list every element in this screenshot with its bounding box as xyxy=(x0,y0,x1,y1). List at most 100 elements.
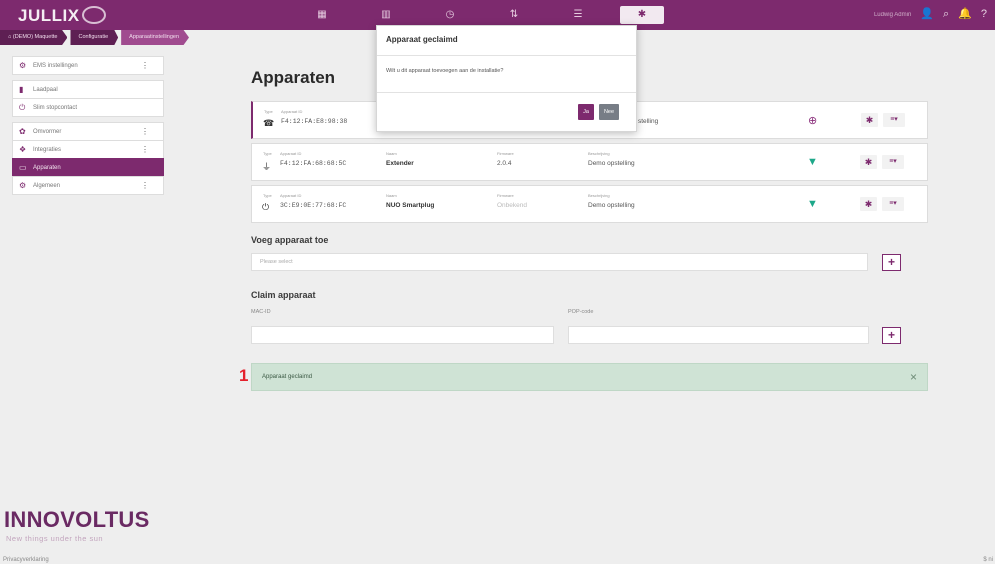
flows-nav-icon[interactable]: ⇅ xyxy=(492,6,536,24)
history-nav-icon[interactable]: ◷ xyxy=(428,6,472,24)
device-card[interactable]: Type ⏻ Apparaat ID 3C:E9:0E:77:68:FC Naa… xyxy=(251,185,928,223)
dialog-message: Wilt u dit apparaat toevoegen aan de ins… xyxy=(386,68,504,74)
wifi-icon: ▼ xyxy=(807,156,818,168)
chart-nav-icon[interactable]: ▥ xyxy=(364,6,408,24)
breadcrumb: ⌂ (DEMO) Maquette Configuratie Apparaati… xyxy=(0,30,192,45)
brand-logo: INNOVOLTUS xyxy=(4,507,150,532)
claim-device-button[interactable]: + xyxy=(882,327,901,344)
sidebar-item-apparaten[interactable]: ▭ Apparaten xyxy=(12,158,164,177)
device-menu-button[interactable]: ≡▾ xyxy=(883,113,905,127)
type-label: Type xyxy=(263,193,272,198)
device-settings-button[interactable]: ✱ xyxy=(860,197,877,211)
cog-icon: ⚙ xyxy=(19,181,27,190)
dialog-title: Apparaat geclaimd xyxy=(386,35,458,44)
brand-tagline: New things under the sun xyxy=(6,534,104,543)
breadcrumb-item-apparaatinstellingen[interactable]: Apparaatinstellingen xyxy=(121,30,189,45)
device-firmware: Onbekend xyxy=(497,202,527,209)
plug-icon: ⏻ xyxy=(19,102,26,112)
device-firmware: 2.0.4 xyxy=(497,160,512,167)
settings-nav-icon[interactable]: ✱ xyxy=(620,6,664,24)
annotation-marker-1: 1 xyxy=(239,366,249,385)
breadcrumb-item-home[interactable]: ⌂ (DEMO) Maquette xyxy=(0,30,68,45)
description-label: Beschrijving xyxy=(588,151,610,156)
device-name: Extender xyxy=(386,160,414,167)
help-icon[interactable]: ? xyxy=(981,9,987,20)
search-icon[interactable]: ⌕ xyxy=(943,9,949,20)
gear-icon: ✿ xyxy=(19,127,26,136)
add-device-button[interactable]: + xyxy=(882,254,901,271)
breadcrumb-item-configuratie[interactable]: Configuratie xyxy=(70,30,119,45)
device-name: NUO Smartplug xyxy=(386,202,435,209)
sidebar-item-label: EMS instellingen xyxy=(33,62,78,69)
device-description: Demo opstelling xyxy=(588,202,635,209)
device-id-label: Apparaat ID xyxy=(280,151,302,156)
device-description: stelling xyxy=(638,118,659,125)
firmware-label: Firmware xyxy=(497,151,514,156)
alert-text: Apparaat geclaimd xyxy=(262,374,313,380)
add-device-title: Voeg apparaat toe xyxy=(251,235,329,245)
logo-mark-icon xyxy=(82,6,106,24)
device-id-label: Apparaat ID xyxy=(281,109,303,114)
device-card[interactable]: Type ⏚ Apparaat ID F4:12:FA:68:68:5C Naa… xyxy=(251,143,928,181)
wifi-icon: ▼ xyxy=(807,198,818,210)
success-alert: Apparaat geclaimd × xyxy=(251,363,928,391)
type-label: Type xyxy=(263,151,272,156)
integrations-icon: ❖ xyxy=(19,145,27,154)
settings-icon: ⚙ xyxy=(19,61,27,70)
sidebar-item-laadpaal[interactable]: ▮ Laadpaal xyxy=(12,80,164,99)
footer-right-text: $ ni xyxy=(983,557,993,563)
more-icon[interactable]: ⋮ xyxy=(141,145,149,154)
plug-icon: ⏻ xyxy=(262,202,270,212)
pop-code-field[interactable] xyxy=(568,326,869,344)
sidebar-item-ems-instellingen[interactable]: ⚙ EMS instellingen ⋮ xyxy=(12,56,164,75)
device-id: F4:12:FA:E8:98:38 xyxy=(281,118,348,125)
sidebar-item-algemeen[interactable]: ⚙ Algemeen ⋮ xyxy=(12,176,164,195)
top-navigation: ▦ ▥ ◷ ⇅ ☰ ✱ xyxy=(300,6,664,24)
no-button[interactable]: Nee xyxy=(599,104,619,120)
close-icon[interactable]: × xyxy=(910,370,917,384)
bell-icon[interactable]: 🔔 xyxy=(958,9,972,20)
sidebar-item-label: Integraties xyxy=(33,146,62,153)
sidebar-item-integraties[interactable]: ❖ Integraties ⋮ xyxy=(12,140,164,159)
device-type-select[interactable]: Please select xyxy=(251,253,868,271)
yes-button[interactable]: Ja xyxy=(578,104,594,120)
app-logo[interactable]: JULLIX xyxy=(18,6,80,26)
extender-icon: ⏚ xyxy=(262,162,272,172)
dashboard-nav-icon[interactable]: ▦ xyxy=(300,6,344,24)
more-icon[interactable]: ⋮ xyxy=(141,61,149,70)
device-id: 3C:E9:0E:77:68:FC xyxy=(280,202,347,209)
list-nav-icon[interactable]: ☰ xyxy=(556,6,600,24)
page-title: Apparaten xyxy=(251,68,336,87)
sidebar-item-label: Laadpaal xyxy=(33,86,58,93)
more-icon[interactable]: ⋮ xyxy=(141,127,149,136)
devices-icon: ▭ xyxy=(19,163,27,172)
sidebar-item-label: Omvormer xyxy=(33,128,62,135)
mac-id-field[interactable] xyxy=(251,326,554,344)
sidebar-item-omvormer[interactable]: ✿ Omvormer ⋮ xyxy=(12,122,164,141)
select-placeholder: Please select xyxy=(260,259,293,265)
name-label: Naam xyxy=(386,193,397,198)
device-description: Demo opstelling xyxy=(588,160,635,167)
firmware-label: Firmware xyxy=(497,193,514,198)
more-icon[interactable]: ⋮ xyxy=(141,181,149,190)
pop-code-label: POP-code xyxy=(568,309,594,315)
footer-link[interactable]: Privacyverklaring xyxy=(3,557,49,563)
device-menu-button[interactable]: ≡▾ xyxy=(882,197,904,211)
sidebar-item-label: Apparaten xyxy=(33,164,61,171)
user-name[interactable]: Ludwig Admin xyxy=(874,12,911,18)
charger-icon: ▮ xyxy=(19,85,24,94)
sidebar-item-slim-stopcontact[interactable]: ⏻ Slim stopcontact xyxy=(12,98,164,117)
device-settings-button[interactable]: ✱ xyxy=(860,155,877,169)
dialog-header: Apparaat geclaimd xyxy=(377,26,636,56)
sidebar-item-label: Slim stopcontact xyxy=(33,104,78,111)
user-icon[interactable]: 👤 xyxy=(920,9,934,20)
sidebar-item-label: Algemeen xyxy=(33,182,61,189)
device-id-label: Apparaat ID xyxy=(280,193,302,198)
device-id: F4:12:FA:68:68:5C xyxy=(280,160,347,167)
description-label: Beschrijving xyxy=(588,193,610,198)
confirm-dialog: Apparaat geclaimd Wilt u dit apparaat to… xyxy=(376,25,637,132)
device-settings-button[interactable]: ✱ xyxy=(861,113,878,127)
device-menu-button[interactable]: ≡▾ xyxy=(882,155,904,169)
sidebar: ⚙ EMS instellingen ⋮ ▮ Laadpaal ⏻ Slim s… xyxy=(12,56,164,195)
globe-icon: ⊕ xyxy=(808,115,818,127)
